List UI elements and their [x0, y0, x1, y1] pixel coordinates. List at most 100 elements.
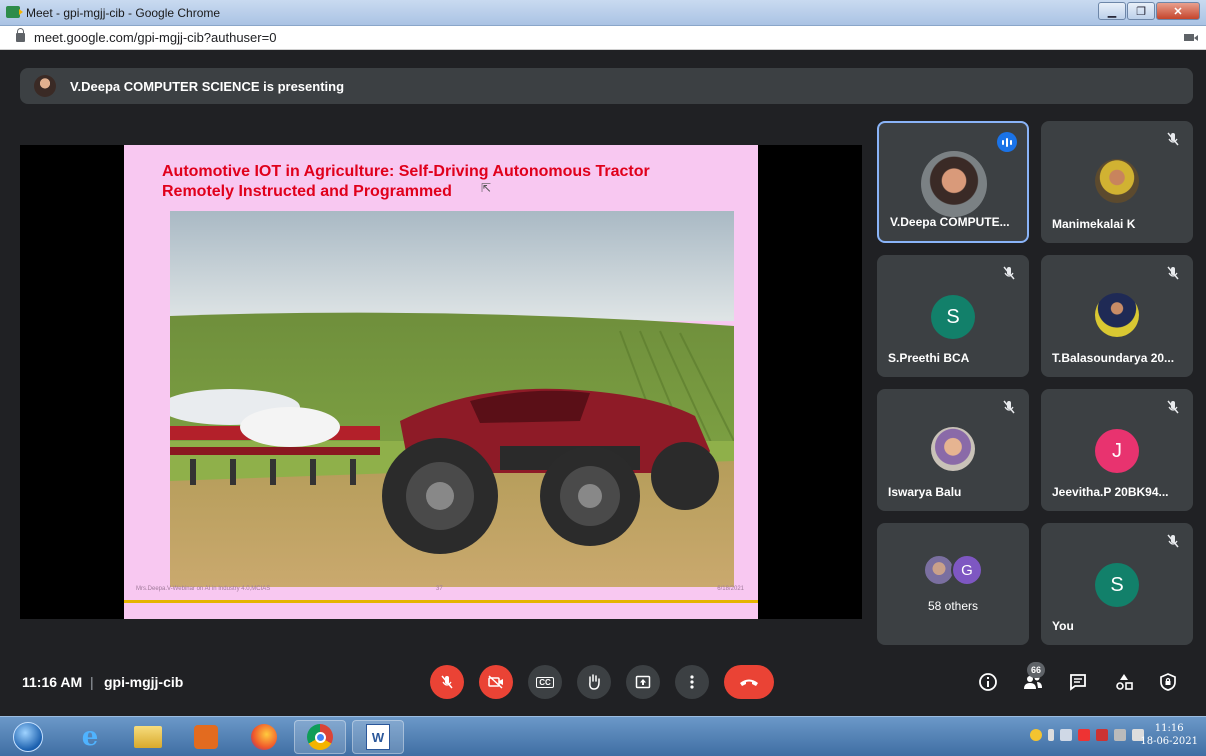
presenting-text: V.Deepa COMPUTER SCIENCE is presenting [70, 78, 345, 94]
taskbar-firefox[interactable] [238, 720, 290, 754]
tractor-photo [170, 211, 734, 587]
clock-date: 18-06-2021 [1140, 736, 1198, 747]
taskbar-word[interactable]: W [352, 720, 404, 754]
more-options-button[interactable] [675, 665, 709, 699]
participant-tile[interactable]: T.Balasoundarya 20... [1041, 255, 1193, 377]
camera-off-icon [488, 675, 503, 689]
host-controls-button[interactable] [1156, 670, 1180, 694]
chat-icon [1070, 674, 1086, 691]
others-tile[interactable]: G 58 others [877, 523, 1029, 645]
mic-off-icon [1167, 266, 1179, 280]
presentation-stage: Automotive IOT in Agriculture: Self-Driv… [20, 145, 862, 619]
participant-tile[interactable]: S S.Preethi BCA [877, 255, 1029, 377]
participant-name: S.Preethi BCA [888, 351, 970, 365]
tray-antivirus-icon[interactable] [1078, 729, 1090, 741]
firefox-icon [251, 724, 277, 750]
presenter-avatar [34, 75, 56, 97]
others-avatar-letter: G [951, 554, 983, 586]
leave-call-button[interactable] [724, 665, 774, 699]
shield-lock-icon [1160, 673, 1176, 691]
tray-app-icon[interactable] [1030, 729, 1042, 741]
slide-title: Automotive IOT in Agriculture: Self-Driv… [162, 162, 732, 202]
slide-footer-line [124, 600, 758, 603]
mic-toggle-button[interactable] [430, 665, 464, 699]
window-title: Meet - gpi-mgjj-cib - Google Chrome [26, 6, 221, 20]
presenting-banner: V.Deepa COMPUTER SCIENCE is presenting [20, 68, 1193, 104]
self-avatar-letter: S [1095, 563, 1139, 607]
media-player-icon [194, 725, 218, 749]
taskbar-internet-explorer[interactable]: e [64, 720, 116, 754]
taskbar-media-player[interactable] [180, 720, 232, 754]
people-count-badge: 66 [1027, 662, 1045, 678]
mic-off-icon [1167, 534, 1179, 548]
slide-title-line-2: Remotely Instructed and Programmed [162, 183, 452, 200]
address-bar[interactable]: meet.google.com/gpi-mgjj-cib?authuser=0 [0, 26, 1206, 50]
participant-avatar-letter: S [931, 295, 975, 339]
hang-up-icon [740, 679, 758, 686]
start-button[interactable] [8, 720, 48, 754]
mic-off-icon [1167, 400, 1179, 414]
windows-taskbar: e W 11:16 18-06-2021 [0, 716, 1206, 756]
people-button[interactable]: 66 [1021, 662, 1045, 694]
participant-avatar-photo [1095, 293, 1139, 337]
captions-button[interactable]: CC [528, 665, 562, 699]
time-separator: | [90, 674, 94, 690]
speaking-indicator-icon [997, 132, 1017, 152]
captions-icon: CC [536, 676, 554, 688]
present-now-button[interactable] [626, 665, 660, 699]
participant-tile[interactable]: Iswarya Balu [877, 389, 1029, 511]
participant-name: T.Balasoundarya 20... [1052, 351, 1175, 365]
tray-flag-icon[interactable] [1096, 729, 1108, 741]
taskbar-chrome[interactable] [294, 720, 346, 754]
participant-avatar-photo [1095, 159, 1139, 203]
maximize-button[interactable]: ❐ [1127, 2, 1155, 20]
slide-footer: Mrs.Deepa.V-Webinar on AI in Industry 4.… [136, 584, 750, 596]
mic-off-icon [1003, 400, 1015, 414]
system-tray [1030, 729, 1144, 741]
presenter-avatar-photo [921, 151, 987, 217]
minimize-button[interactable]: ▁ [1098, 2, 1126, 20]
participant-tile[interactable]: J Jeevitha.P 20BK94... [1041, 389, 1193, 511]
close-button[interactable]: ✕ [1156, 2, 1200, 20]
camera-toggle-button[interactable] [479, 665, 513, 699]
mic-off-icon [1167, 132, 1179, 146]
participant-name: Iswarya Balu [888, 485, 962, 499]
meeting-details-button[interactable] [976, 670, 1000, 694]
participant-tile[interactable]: Manimekalai K [1041, 121, 1193, 243]
tray-network-icon[interactable] [1060, 729, 1072, 741]
raise-hand-icon [589, 674, 600, 690]
window-title-bar: Meet - gpi-mgjj-cib - Google Chrome ▁ ❐ … [0, 0, 1206, 26]
participant-avatar-letter: J [1095, 429, 1139, 473]
activities-button[interactable] [1112, 670, 1136, 694]
taskbar-clock[interactable]: 11:16 18-06-2021 [1140, 722, 1198, 748]
mic-off-icon [1003, 266, 1015, 280]
participant-name: Jeevitha.P 20BK94... [1052, 485, 1169, 499]
tray-power-icon[interactable] [1114, 729, 1126, 741]
info-icon [979, 673, 997, 691]
slide-footer-date: 6/18/2021 [717, 586, 744, 592]
url-text[interactable]: meet.google.com/gpi-mgjj-cib?authuser=0 [34, 30, 276, 45]
lock-icon[interactable] [16, 28, 25, 42]
camera-in-use-icon[interactable] [1184, 34, 1198, 41]
window-controls: ▁ ❐ ✕ [1098, 2, 1200, 20]
chrome-icon [307, 724, 333, 750]
participant-avatar-photo [931, 427, 975, 471]
more-vert-icon [690, 675, 694, 689]
slide-footer-left: Mrs.Deepa.V-Webinar on AI in Industry 4.… [136, 586, 271, 592]
word-icon: W [366, 724, 390, 750]
slide-title-line-1: Automotive IOT in Agriculture: Self-Driv… [162, 163, 650, 180]
shared-slide: Automotive IOT in Agriculture: Self-Driv… [124, 145, 758, 619]
tray-arrow-icon[interactable] [1048, 729, 1054, 741]
slide-page-number: 37 [436, 586, 443, 592]
others-count: 58 others [927, 599, 979, 613]
mic-off-icon [441, 675, 453, 689]
present-screen-icon [635, 675, 651, 689]
raise-hand-button[interactable] [577, 665, 611, 699]
participant-tile-presenter[interactable]: V.Deepa COMPUTE... [877, 121, 1029, 243]
folder-icon [134, 726, 162, 748]
meeting-code: gpi-mgjj-cib [104, 674, 184, 690]
internet-explorer-icon: e [81, 722, 99, 752]
self-tile[interactable]: S You [1041, 523, 1193, 645]
chat-button[interactable] [1066, 670, 1090, 694]
taskbar-file-explorer[interactable] [122, 720, 174, 754]
